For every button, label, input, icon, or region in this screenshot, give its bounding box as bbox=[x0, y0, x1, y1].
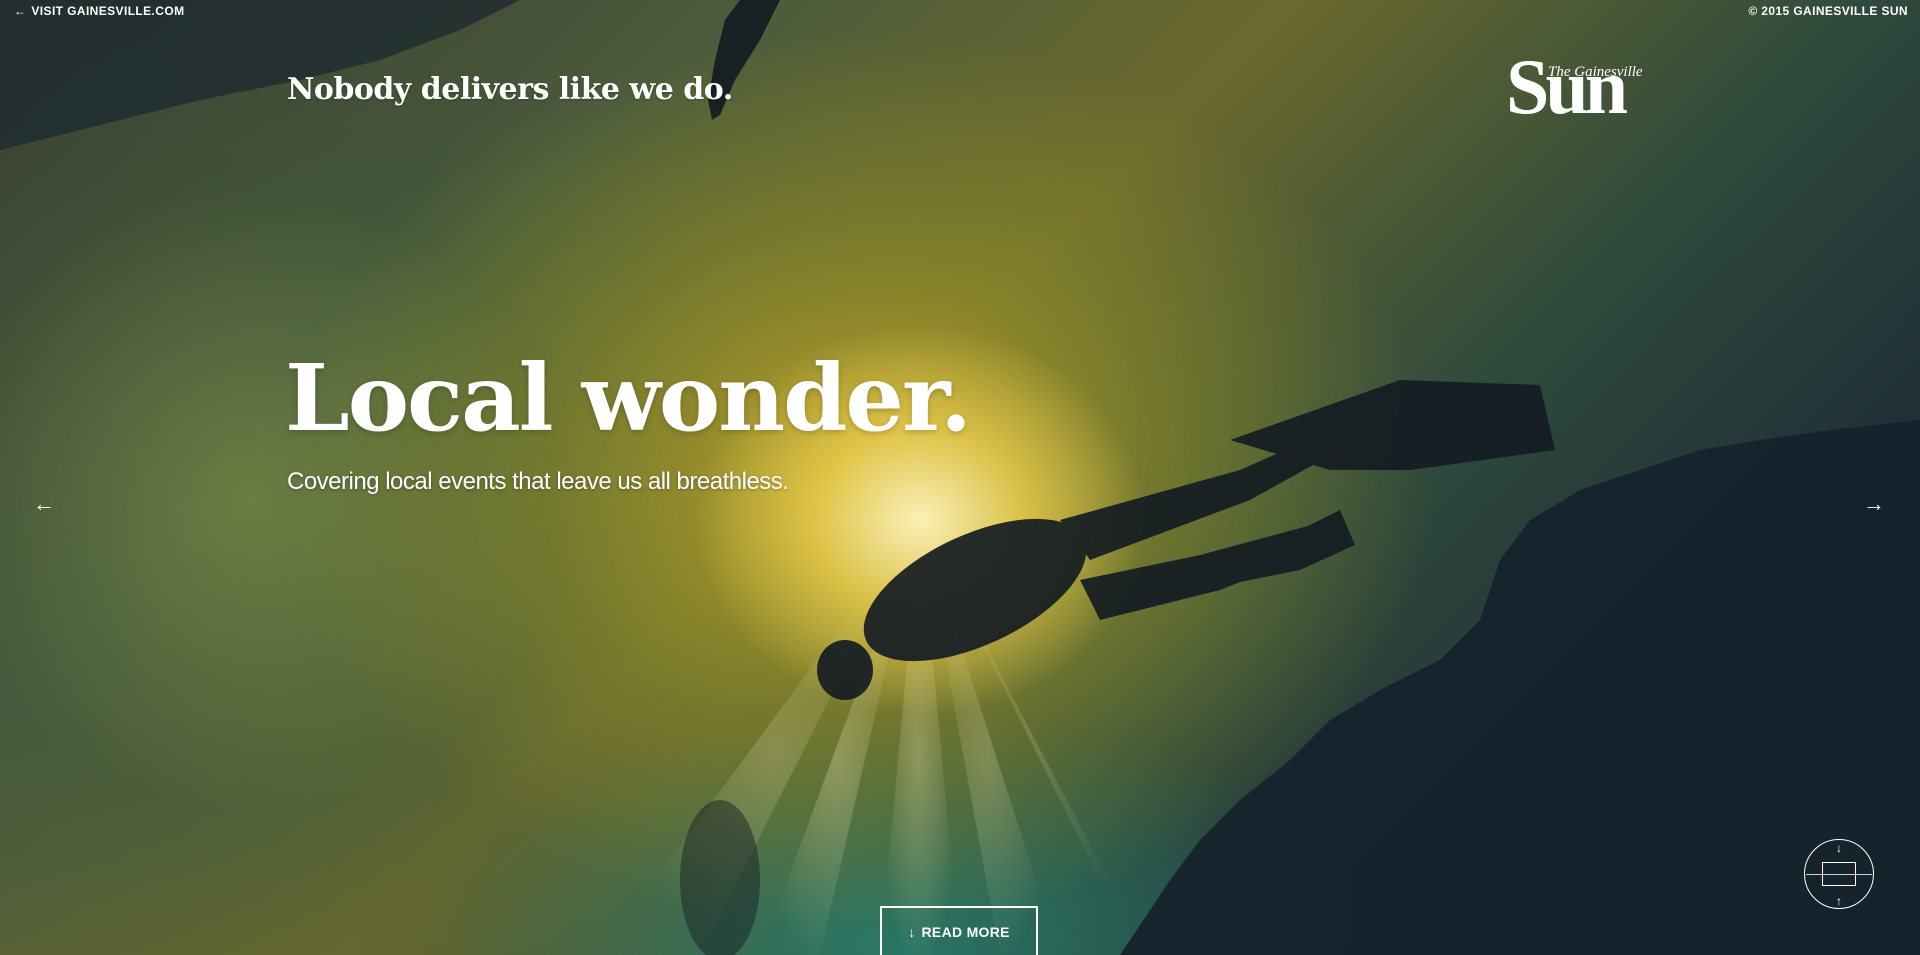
carousel-next-button[interactable]: → bbox=[1859, 491, 1889, 516]
hero-headline: Local wonder. bbox=[285, 344, 972, 452]
scroll-frame-icon bbox=[1822, 862, 1856, 886]
gainesville-sun-logo[interactable]: Sun The Gainesville bbox=[1506, 48, 1643, 126]
carousel-prev-button[interactable]: ← bbox=[29, 491, 59, 516]
arrow-down-icon: ↓ bbox=[908, 924, 916, 940]
scroll-down-arrow-icon: ↓ bbox=[1836, 841, 1842, 855]
arrow-right-icon: → bbox=[1863, 491, 1885, 516]
arrow-left-icon: ← bbox=[14, 4, 27, 18]
arrow-left-icon: ← bbox=[33, 491, 55, 516]
hero-subheadline: Covering local events that leave us all … bbox=[287, 468, 789, 495]
visit-link-label: VISIT GAINESVILLE.COM bbox=[31, 4, 185, 18]
scroll-navigation-button[interactable]: ↓ ↑ bbox=[1804, 839, 1874, 909]
copyright-text: © 2015 GAINESVILLE SUN bbox=[1748, 4, 1908, 18]
slogan: Nobody delivers like we do. bbox=[287, 72, 733, 107]
logo-the-gainesville-text: The Gainesville bbox=[1548, 64, 1643, 80]
logo-sun-text: Sun bbox=[1506, 43, 1628, 130]
read-more-label: READ MORE bbox=[921, 924, 1010, 940]
scroll-up-arrow-icon: ↑ bbox=[1836, 894, 1842, 908]
visit-gainesville-link[interactable]: ← VISIT GAINESVILLE.COM bbox=[14, 4, 185, 18]
read-more-button[interactable]: ↓ READ MORE bbox=[880, 906, 1038, 955]
